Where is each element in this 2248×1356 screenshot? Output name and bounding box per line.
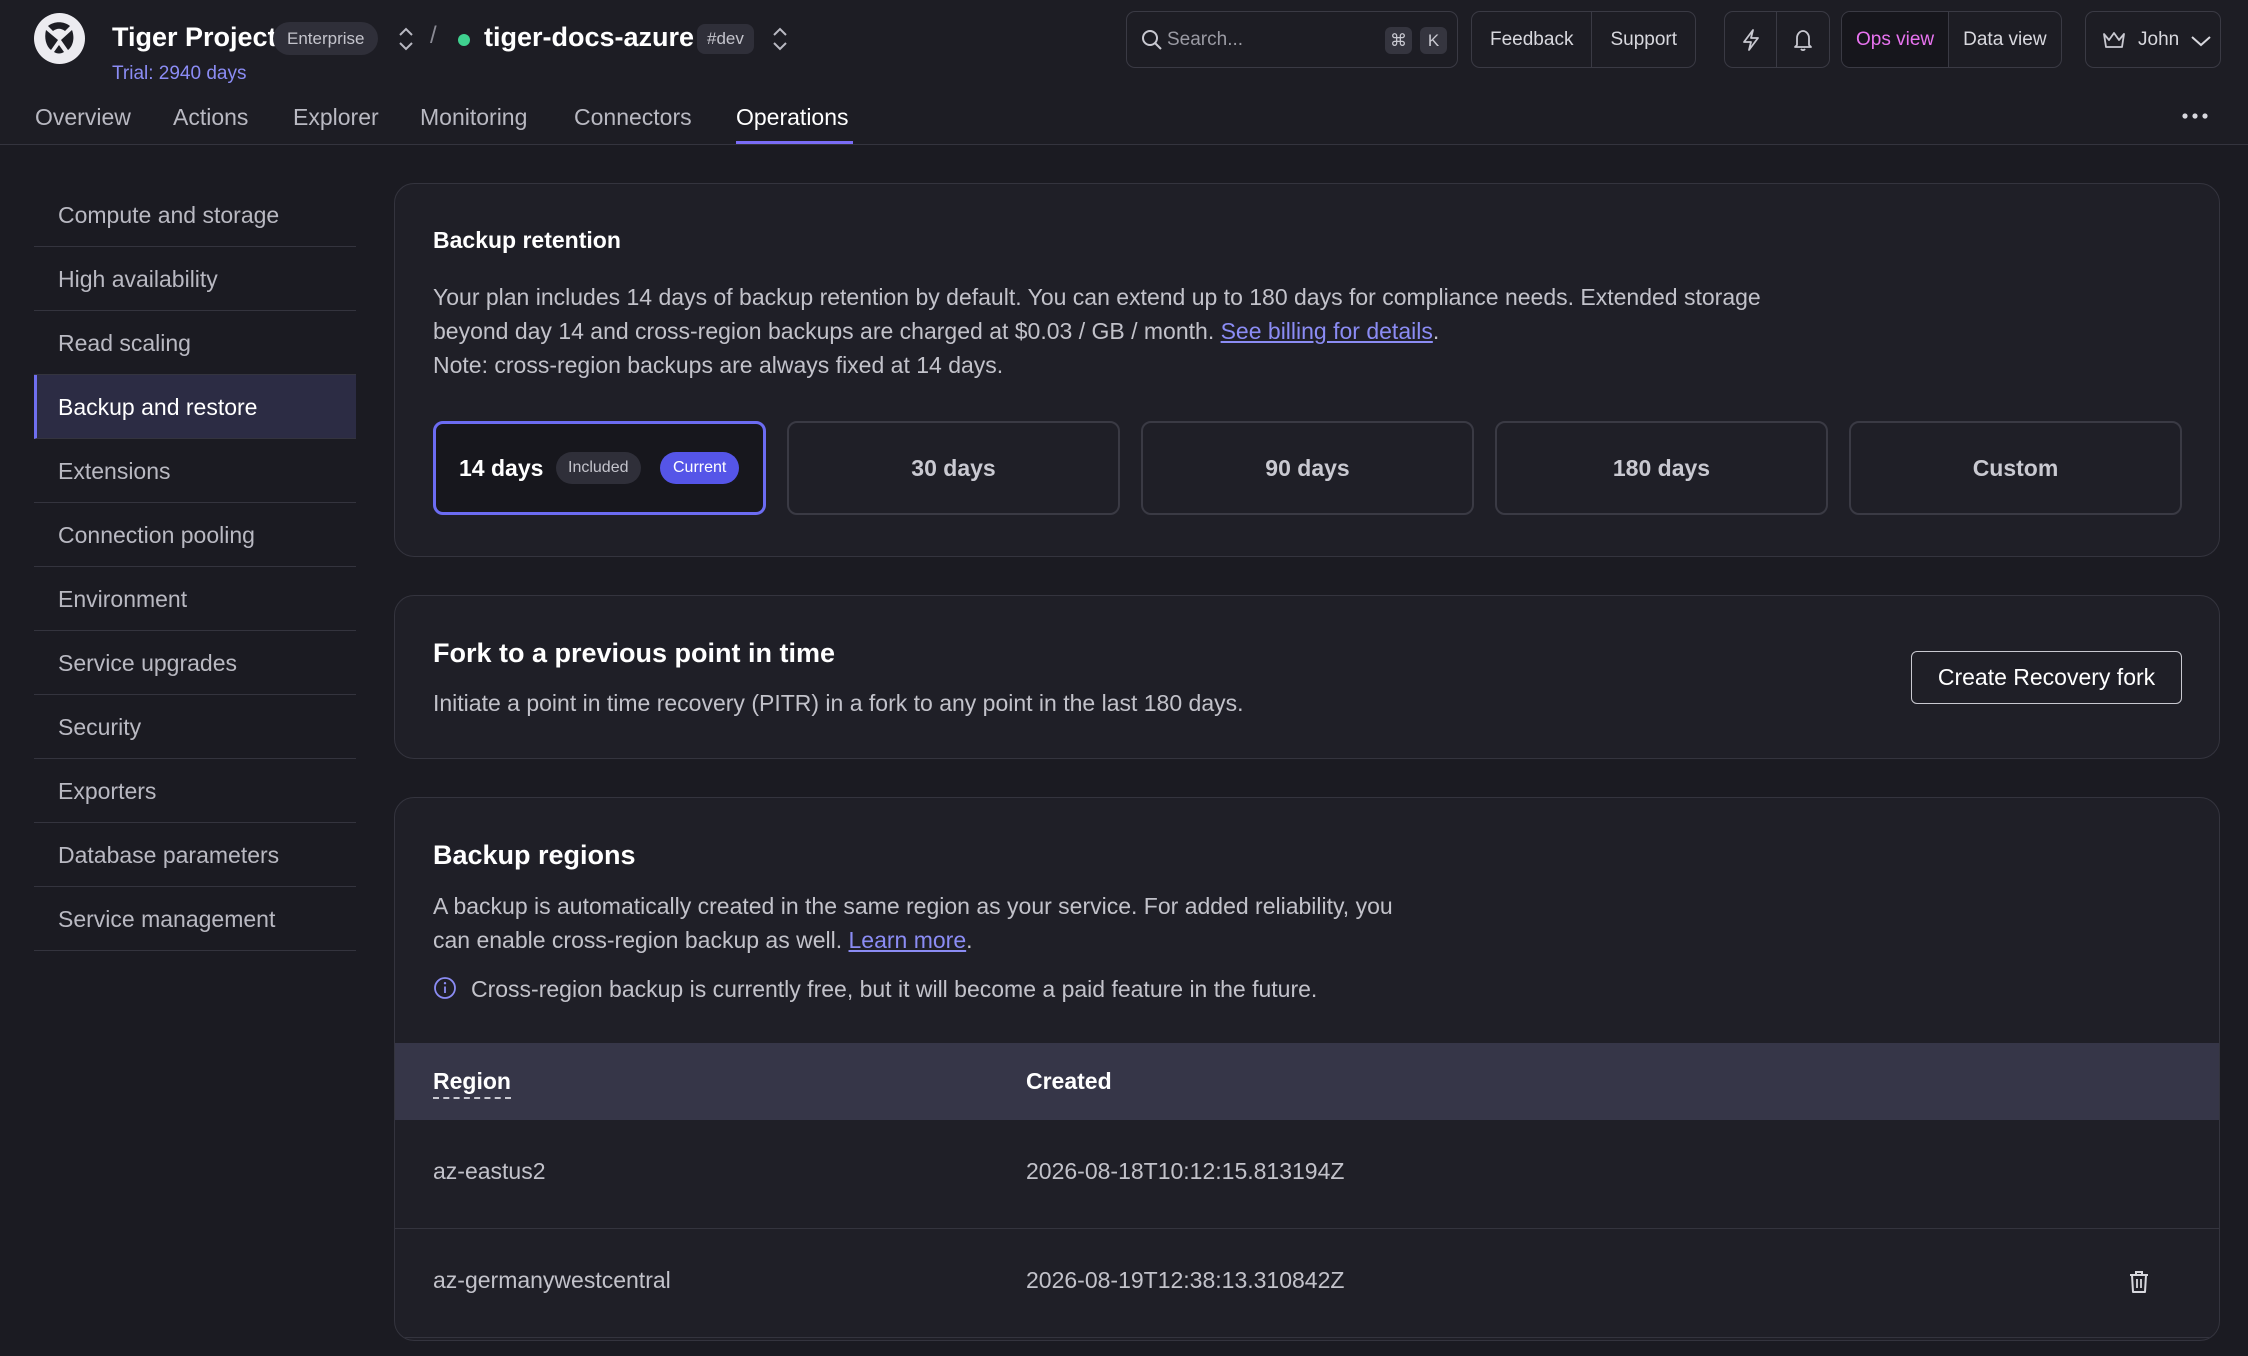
notifications-button[interactable] <box>1777 12 1829 67</box>
feedback-button[interactable]: Feedback <box>1472 12 1593 67</box>
retention-note: Note: cross-region backups are always fi… <box>433 352 1004 378</box>
info-icon <box>434 977 456 999</box>
support-button[interactable]: Support <box>1592 12 1695 67</box>
view-toggle: Ops view Data view <box>1841 11 2062 68</box>
regions-text-period: . <box>966 927 973 953</box>
created-cell: 2026-08-18T10:12:15.813194Z <box>1026 1158 1345 1184</box>
tiger-logo-icon[interactable] <box>34 13 85 64</box>
backup-regions-card: Backup regions A backup is automatically… <box>394 797 2220 1341</box>
sidebar-item-compute-and-storage[interactable]: Compute and storage <box>34 183 356 247</box>
service-name[interactable]: tiger-docs-azure <box>484 22 694 53</box>
regions-text-line2-wrap: can enable cross-region backup as well. … <box>433 923 1393 957</box>
trial-days[interactable]: Trial: 2940 days <box>112 63 246 85</box>
retention-option-180-days[interactable]: 180 days <box>1495 421 1828 515</box>
cross-region-info: Cross-region backup is currently free, b… <box>471 976 1318 1002</box>
sidebar-item-service-management[interactable]: Service management <box>34 887 356 951</box>
search-input[interactable] <box>1161 12 1361 67</box>
shortcut-k-key: K <box>1420 27 1447 54</box>
breadcrumb-separator: / <box>430 22 437 49</box>
retention-option-14-days[interactable]: 14 days Included Current <box>433 421 766 515</box>
operations-sidebar: Compute and storage High availability Re… <box>34 183 356 951</box>
backup-retention-card: Backup retention Your plan includes 14 d… <box>394 183 2220 557</box>
retention-text-line2: beyond day 14 and cross-region backups a… <box>433 318 1215 344</box>
created-column-header: Created <box>1026 1068 1112 1094</box>
region-cell: az-eastus2 <box>433 1158 546 1184</box>
retention-text-line2-wrap: beyond day 14 and cross-region backups a… <box>433 314 1761 348</box>
sidebar-item-service-upgrades[interactable]: Service upgrades <box>34 631 356 695</box>
more-options-icon[interactable] <box>2181 111 2209 121</box>
retention-text-line1: Your plan includes 14 days of backup ret… <box>433 284 1761 310</box>
top-bar: Tiger Project Enterprise Trial: 2940 day… <box>0 0 2248 145</box>
backup-retention-description: Your plan includes 14 days of backup ret… <box>433 280 1761 382</box>
crown-icon <box>2103 32 2125 48</box>
chevron-down-icon <box>2191 36 2211 47</box>
tab-operations[interactable]: Operations <box>736 104 849 145</box>
billing-details-link[interactable]: See billing for details <box>1221 318 1433 344</box>
service-switcher-icon[interactable] <box>770 26 790 52</box>
project-switcher-icon[interactable] <box>396 26 416 52</box>
sidebar-item-security[interactable]: Security <box>34 695 356 759</box>
quick-actions-button[interactable] <box>1725 12 1777 67</box>
service-status-dot <box>458 34 470 46</box>
active-tab-indicator <box>736 141 853 144</box>
created-cell: 2026-08-19T12:38:13.310842Z <box>1026 1267 1345 1293</box>
tab-overview[interactable]: Overview <box>35 104 131 145</box>
table-row: az-eastus2 2026-08-18T10:12:15.813194Z <box>395 1120 2219 1229</box>
regions-table-header: Region Created <box>395 1043 2219 1120</box>
tab-actions[interactable]: Actions <box>173 104 248 145</box>
sidebar-item-high-availability[interactable]: High availability <box>34 247 356 311</box>
sidebar-item-extensions[interactable]: Extensions <box>34 439 356 503</box>
shortcut-cmd-key: ⌘ <box>1385 27 1412 54</box>
sidebar-item-exporters[interactable]: Exporters <box>34 759 356 823</box>
retention-option-90-days[interactable]: 90 days <box>1141 421 1474 515</box>
search-box[interactable]: ⌘ K <box>1126 11 1458 68</box>
retention-option-custom[interactable]: Custom <box>1849 421 2182 515</box>
backup-regions-title: Backup regions <box>433 840 636 870</box>
regions-text-line2: can enable cross-region backup as well. <box>433 927 843 953</box>
backup-retention-title: Backup retention <box>433 227 621 253</box>
retention-option-label: 14 days <box>459 455 544 481</box>
ops-view-button[interactable]: Ops view <box>1842 12 1950 67</box>
sidebar-item-environment[interactable]: Environment <box>34 567 356 631</box>
tab-monitoring[interactable]: Monitoring <box>420 104 527 145</box>
delete-region-trash-icon[interactable] <box>2128 1269 2150 1295</box>
action-icon-group <box>1724 11 1830 68</box>
create-recovery-fork-button[interactable]: Create Recovery fork <box>1911 651 2182 704</box>
sidebar-item-connection-pooling[interactable]: Connection pooling <box>34 503 356 567</box>
project-name[interactable]: Tiger Project <box>112 22 277 53</box>
learn-more-link[interactable]: Learn more <box>849 927 967 953</box>
included-badge: Included <box>556 452 641 484</box>
retention-text-period: . <box>1432 318 1440 344</box>
data-view-button[interactable]: Data view <box>1949 12 2060 67</box>
lightning-icon <box>1743 29 1759 51</box>
plan-badge: Enterprise <box>273 22 379 55</box>
fork-description: Initiate a point in time recovery (PITR)… <box>433 690 1244 716</box>
user-menu-button[interactable]: John <box>2085 11 2221 68</box>
tab-connectors[interactable]: Connectors <box>574 104 692 145</box>
fork-title: Fork to a previous point in time <box>433 638 836 668</box>
retention-option-30-days[interactable]: 30 days <box>787 421 1120 515</box>
current-badge: Current <box>660 452 740 484</box>
fork-recovery-card: Fork to a previous point in time Initiat… <box>394 595 2220 759</box>
main-tabs: Overview Actions Explorer Monitoring Con… <box>0 100 2248 145</box>
region-cell: az-germanywestcentral <box>433 1267 671 1293</box>
environment-tag: #dev <box>697 24 754 54</box>
region-column-header[interactable]: Region <box>433 1068 511 1099</box>
regions-text-line1: A backup is automatically created in the… <box>433 893 1393 919</box>
table-row: az-germanywestcentral 2026-08-19T12:38:1… <box>395 1229 2219 1338</box>
tab-explorer[interactable]: Explorer <box>293 104 379 145</box>
sidebar-item-database-parameters[interactable]: Database parameters <box>34 823 356 887</box>
bell-icon <box>1794 30 1812 52</box>
sidebar-item-backup-and-restore[interactable]: Backup and restore <box>34 375 356 439</box>
backup-regions-description: A backup is automatically created in the… <box>433 889 1393 957</box>
sidebar-item-read-scaling[interactable]: Read scaling <box>34 311 356 375</box>
search-icon <box>1142 30 1162 50</box>
user-name: John <box>2138 29 2180 50</box>
help-button-group: Feedback Support <box>1471 11 1696 68</box>
